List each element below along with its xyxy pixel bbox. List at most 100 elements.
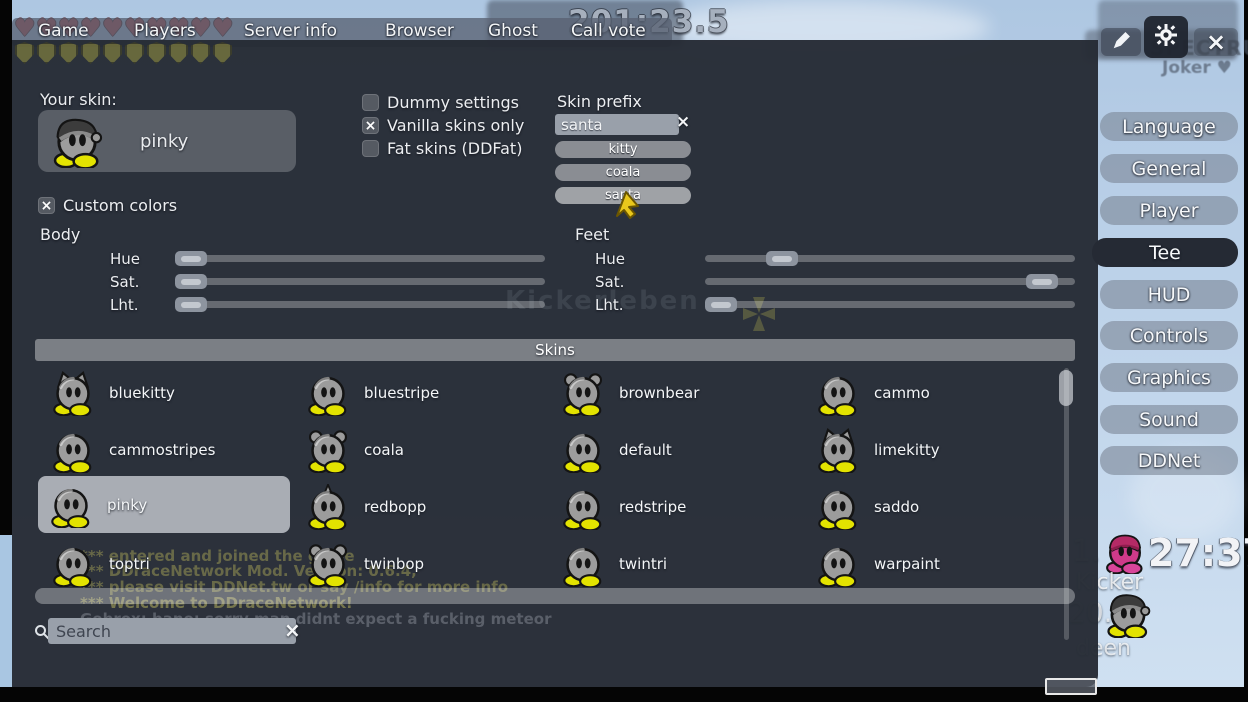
fat-skins-label: Fat skins (DDFat) [387, 139, 522, 158]
slider-handle[interactable] [1026, 274, 1058, 289]
body-hue-label: Hue [110, 250, 140, 268]
check-mark: × [365, 119, 377, 133]
menu-item-server-info[interactable]: Server info [244, 21, 337, 41]
skin-name: warpaint [874, 555, 940, 573]
skin-item-bluestripe[interactable]: bluestripe [295, 364, 545, 421]
custom-colors-label: Custom colors [63, 196, 177, 215]
skin-item-cammo[interactable]: cammo [805, 364, 1055, 421]
menu-item-players[interactable]: Players [134, 21, 196, 41]
skin-prefix-input[interactable] [555, 114, 679, 135]
skin-name: redstripe [619, 498, 686, 516]
settings-button[interactable] [1144, 16, 1188, 58]
skin-preview-box: pinky [38, 110, 296, 172]
tee-icon [305, 370, 351, 416]
feet-sat-slider[interactable] [705, 278, 1075, 285]
skins-header: Skins [35, 339, 1075, 361]
scoreboard-time-1: 27:37 [1148, 531, 1248, 575]
feet-hue-label: Hue [595, 250, 625, 268]
tab-tee[interactable]: Tee [1092, 238, 1238, 267]
tee-icon-kicker [1103, 530, 1147, 574]
tee-icon [50, 427, 96, 473]
menu-item-call-vote[interactable]: Call vote [571, 21, 646, 41]
slider-handle[interactable] [175, 274, 207, 289]
body-sat-slider[interactable] [175, 278, 545, 285]
tee-icon [560, 541, 606, 587]
dummy-settings-checkbox[interactable] [362, 94, 379, 111]
skin-name: redbopp [364, 498, 426, 516]
skin-item-bluekitty[interactable]: bluekitty [40, 364, 290, 421]
skin-item-saddo[interactable]: saddo [805, 478, 1055, 535]
skin-item-twintri[interactable]: twintri [550, 535, 800, 592]
pencil-icon [1112, 31, 1131, 54]
skin-name: cammo [874, 384, 930, 402]
slider-handle[interactable] [766, 251, 798, 266]
feet-lht-slider[interactable] [705, 301, 1075, 308]
prefix-suggestion-coala[interactable]: coala [555, 164, 691, 181]
skin-item-pinky-selected[interactable]: pinky [38, 476, 290, 533]
slider-handle[interactable] [175, 251, 207, 266]
tab-hud[interactable]: HUD [1100, 280, 1238, 309]
skin-name: twintri [619, 555, 667, 573]
menu-item-ghost[interactable]: Ghost [488, 21, 538, 41]
tab-language[interactable]: Language [1100, 112, 1238, 141]
tee-icon [305, 541, 351, 587]
gear-icon [1154, 23, 1178, 51]
tab-graphics[interactable]: Graphics [1100, 363, 1238, 392]
tab-general[interactable]: General [1100, 154, 1238, 183]
skin-item-default[interactable]: default [550, 421, 800, 478]
skin-name: bluekitty [109, 384, 175, 402]
vanilla-skins-checkbox[interactable]: × [362, 117, 379, 134]
skin-item-limekitty[interactable]: limekitty [805, 421, 1055, 478]
skin-name: brownbear [619, 384, 699, 402]
tee-icon [305, 427, 351, 473]
horizontal-scrollbar[interactable] [35, 588, 1075, 604]
feet-hue-slider[interactable] [705, 255, 1075, 262]
vanilla-skins-label: Vanilla skins only [387, 116, 524, 135]
vertical-scrollbar-track[interactable] [1064, 368, 1069, 640]
editor-button[interactable] [1101, 28, 1141, 56]
skin-item-twinbop[interactable]: twinbop [295, 535, 545, 592]
skin-item-redbopp[interactable]: redbopp [295, 478, 545, 535]
clear-prefix-icon[interactable]: × [676, 114, 690, 131]
skin-item-coala[interactable]: coala [295, 421, 545, 478]
body-section-label: Body [40, 225, 80, 244]
prefix-suggestion-kitty[interactable]: kitty [555, 141, 691, 158]
check-mark: × [41, 199, 53, 213]
feet-sat-label: Sat. [595, 273, 624, 291]
tee-icon [305, 484, 351, 530]
tab-controls[interactable]: Controls [1100, 321, 1238, 350]
slider-handle[interactable] [175, 297, 207, 312]
tab-sound[interactable]: Sound [1100, 405, 1238, 434]
quit-button[interactable]: × [1194, 28, 1238, 56]
clear-search-icon[interactable]: × [284, 620, 301, 640]
fat-skins-checkbox[interactable] [362, 140, 379, 157]
skin-item-cammostripes[interactable]: cammostripes [40, 421, 290, 478]
skin-item-toptri[interactable]: toptri [40, 535, 290, 592]
tee-icon [815, 541, 861, 587]
body-sat-label: Sat. [110, 273, 139, 291]
skin-name: twinbop [364, 555, 424, 573]
tee-icon [50, 370, 96, 416]
dummy-settings-label: Dummy settings [387, 93, 519, 112]
menu-item-game[interactable]: Game [38, 21, 89, 41]
mouse-cursor [614, 190, 640, 224]
slider-handle[interactable] [705, 297, 737, 312]
body-hue-slider[interactable] [175, 255, 545, 262]
tab-ddnet[interactable]: DDNet [1100, 446, 1238, 475]
skin-item-redstripe[interactable]: redstripe [550, 478, 800, 535]
tab-player[interactable]: Player [1100, 196, 1238, 225]
menu-item-browser[interactable]: Browser [385, 21, 454, 41]
skin-name: limekitty [874, 441, 940, 459]
tee-icon [815, 427, 861, 473]
skin-item-brownbear[interactable]: brownbear [550, 364, 800, 421]
skin-name: saddo [874, 498, 919, 516]
skin-name: pinky [107, 496, 147, 514]
skin-item-warpaint[interactable]: warpaint [805, 535, 1055, 592]
custom-colors-checkbox[interactable]: × [38, 197, 55, 214]
skin-name: bluestripe [364, 384, 439, 402]
tee-icon-deen [1104, 590, 1152, 638]
vertical-scrollbar-thumb[interactable] [1059, 370, 1073, 406]
body-lht-slider[interactable] [175, 301, 545, 308]
map-edge-strip [0, 535, 12, 687]
search-input[interactable] [48, 618, 296, 644]
